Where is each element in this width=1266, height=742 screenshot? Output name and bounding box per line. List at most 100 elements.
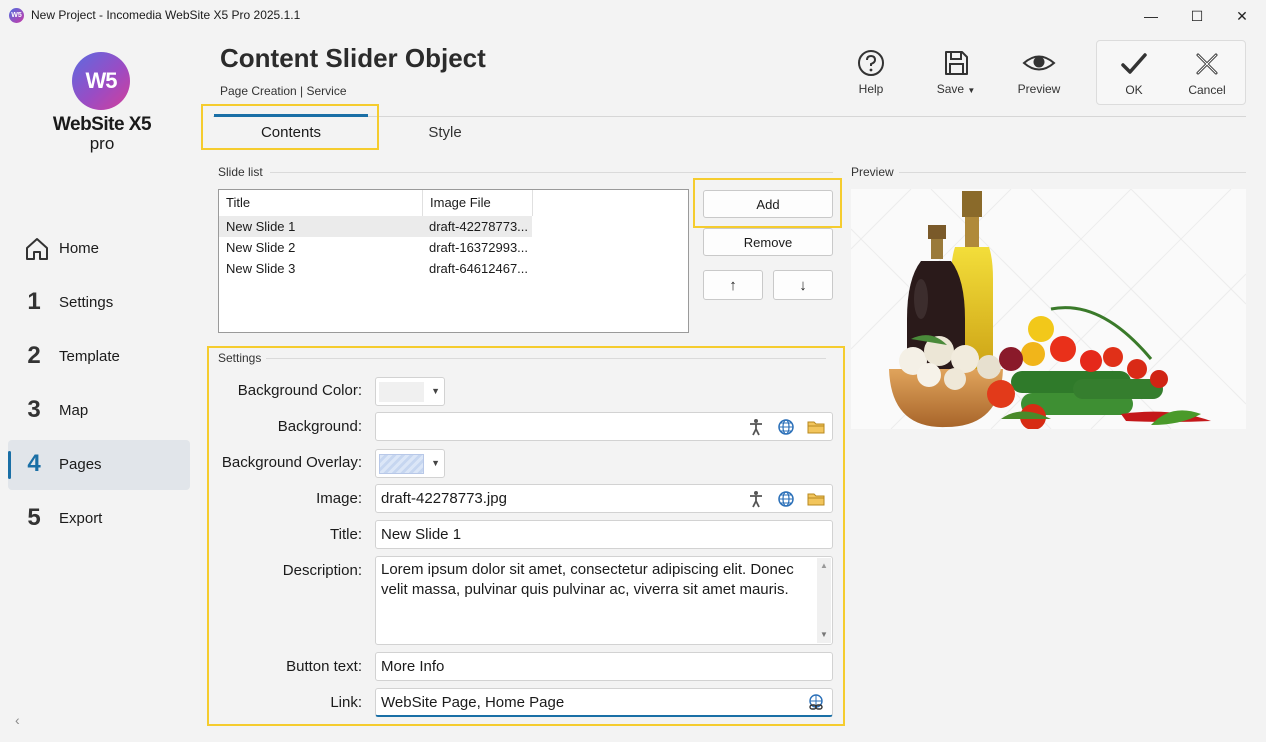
preview-group-label: Preview bbox=[851, 165, 894, 179]
sidebar-item-label: Template bbox=[59, 348, 120, 365]
sidebar-item-label: Settings bbox=[59, 294, 114, 311]
cell-title: New Slide 2 bbox=[226, 240, 296, 255]
sidebar-item-label: Pages bbox=[59, 456, 102, 473]
cell-image-file: draft-42278773... bbox=[429, 219, 529, 234]
button-text-value: More Info bbox=[381, 658, 445, 675]
chevron-down-icon: ▼ bbox=[431, 458, 440, 468]
link-globe-icon[interactable] bbox=[806, 693, 826, 713]
move-up-button[interactable]: ↑ bbox=[703, 270, 763, 300]
check-icon bbox=[1103, 49, 1165, 79]
logo-badge: W5 bbox=[72, 52, 130, 110]
scroll-down-icon[interactable]: ▼ bbox=[820, 630, 828, 639]
column-header-image-file[interactable]: Image File bbox=[423, 190, 533, 216]
accessibility-icon[interactable] bbox=[746, 489, 766, 509]
cell-title: New Slide 1 bbox=[226, 219, 296, 234]
move-down-button[interactable]: ↓ bbox=[773, 270, 833, 300]
description-value: Lorem ipsum dolor sit amet, consectetur … bbox=[381, 561, 794, 598]
app-logo: W5 WebSite X5 pro bbox=[50, 50, 154, 154]
globe-icon[interactable] bbox=[776, 417, 796, 437]
close-button[interactable]: ✕ bbox=[1219, 0, 1265, 32]
table-row[interactable]: New Slide 1 draft-42278773... bbox=[219, 216, 532, 237]
background-label: Background: bbox=[277, 418, 362, 435]
sidebar-item-label: Map bbox=[59, 402, 89, 419]
eye-icon bbox=[1008, 48, 1070, 78]
chevron-down-icon: ▼ bbox=[431, 386, 440, 396]
step-number: 4 bbox=[27, 450, 41, 477]
background-color-label: Background Color: bbox=[237, 382, 362, 399]
help-icon bbox=[840, 48, 902, 78]
folder-icon[interactable] bbox=[806, 417, 826, 437]
step-number: 5 bbox=[27, 504, 41, 531]
remove-slide-button[interactable]: Remove bbox=[703, 228, 833, 256]
globe-icon[interactable] bbox=[776, 489, 796, 509]
sidebar-item-label: Home bbox=[59, 240, 100, 257]
column-header-title[interactable]: Title bbox=[219, 190, 423, 216]
step-number: 1 bbox=[27, 288, 41, 315]
link-value: WebSite Page, Home Page bbox=[381, 694, 565, 711]
cancel-icon bbox=[1176, 49, 1238, 79]
add-slide-button[interactable]: Add bbox=[703, 190, 833, 218]
help-button[interactable]: Help bbox=[840, 48, 902, 96]
cell-image-file: draft-64612467... bbox=[429, 261, 529, 276]
save-label: Save bbox=[936, 82, 965, 96]
preview-button[interactable]: Preview bbox=[1008, 48, 1070, 96]
sidebar-item-home[interactable]: Home bbox=[8, 224, 190, 274]
button-text-input[interactable]: More Info bbox=[375, 652, 833, 681]
group-divider bbox=[899, 172, 1246, 173]
slide-list-table[interactable]: Title Image File New Slide 1 draft-42278… bbox=[218, 189, 689, 333]
image-value: draft-42278773.jpg bbox=[381, 490, 507, 507]
title-value: New Slide 1 bbox=[381, 526, 462, 543]
cancel-label: Cancel bbox=[1188, 83, 1226, 97]
sidebar-item-settings[interactable]: 1 Settings bbox=[8, 278, 190, 328]
preview-label: Preview bbox=[1017, 82, 1061, 96]
page-title: Content Slider Object bbox=[220, 43, 486, 73]
active-indicator bbox=[8, 451, 11, 479]
scrollbar[interactable]: ▲ ▼ bbox=[817, 558, 831, 643]
button-text-label: Button text: bbox=[286, 658, 362, 675]
cell-image-file: draft-16372993... bbox=[429, 240, 529, 255]
folder-icon[interactable] bbox=[806, 489, 826, 509]
ok-button[interactable]: OK bbox=[1103, 49, 1165, 97]
background-color-picker[interactable]: ▼ bbox=[375, 377, 445, 406]
title-input[interactable]: New Slide 1 bbox=[375, 520, 833, 549]
overlay-swatch bbox=[379, 454, 424, 474]
ok-cancel-group: OK Cancel bbox=[1096, 40, 1246, 105]
help-label: Help bbox=[858, 82, 884, 96]
color-swatch bbox=[379, 382, 424, 402]
image-field[interactable]: draft-42278773.jpg bbox=[375, 484, 833, 513]
table-row[interactable]: New Slide 2 draft-16372993... bbox=[219, 237, 532, 258]
sidebar-item-label: Export bbox=[59, 510, 103, 527]
settings-group-label: Settings bbox=[218, 351, 262, 365]
sidebar-item-template[interactable]: 2 Template bbox=[8, 332, 190, 382]
group-divider bbox=[270, 172, 833, 173]
description-textarea[interactable]: Lorem ipsum dolor sit amet, consectetur … bbox=[375, 556, 833, 645]
slide-preview-image bbox=[851, 189, 1246, 429]
cell-title: New Slide 3 bbox=[226, 261, 296, 276]
tab-contents[interactable]: Contents bbox=[213, 118, 369, 148]
title-bar: W5 New Project - Incomedia WebSite X5 Pr… bbox=[0, 0, 1266, 32]
table-row[interactable]: New Slide 3 draft-64612467... bbox=[219, 258, 532, 279]
collapse-sidebar-icon[interactable]: ‹ bbox=[15, 712, 20, 728]
step-number: 2 bbox=[27, 342, 41, 369]
minimize-button[interactable]: — bbox=[1128, 0, 1174, 32]
step-number: 3 bbox=[27, 396, 41, 423]
link-field[interactable]: WebSite Page, Home Page bbox=[375, 688, 833, 717]
image-label: Image: bbox=[316, 490, 362, 507]
background-field[interactable] bbox=[375, 412, 833, 441]
save-button[interactable]: Save ▼ bbox=[925, 48, 987, 96]
ok-label: OK bbox=[1125, 83, 1143, 97]
tab-style[interactable]: Style bbox=[380, 118, 510, 148]
accessibility-icon[interactable] bbox=[746, 417, 766, 437]
scroll-up-icon[interactable]: ▲ bbox=[820, 561, 828, 570]
logo-edition: pro bbox=[89, 134, 115, 153]
maximize-button[interactable]: ☐ bbox=[1174, 0, 1220, 32]
chevron-down-icon: ▼ bbox=[967, 86, 976, 95]
app-icon: W5 bbox=[9, 8, 24, 23]
link-label: Link: bbox=[330, 694, 362, 711]
save-icon bbox=[925, 48, 987, 78]
background-overlay-picker[interactable]: ▼ bbox=[375, 449, 445, 478]
title-label: Title: bbox=[330, 526, 362, 543]
cancel-button[interactable]: Cancel bbox=[1176, 49, 1238, 97]
group-divider bbox=[266, 358, 826, 359]
window-title: New Project - Incomedia WebSite X5 Pro 2… bbox=[31, 8, 301, 22]
